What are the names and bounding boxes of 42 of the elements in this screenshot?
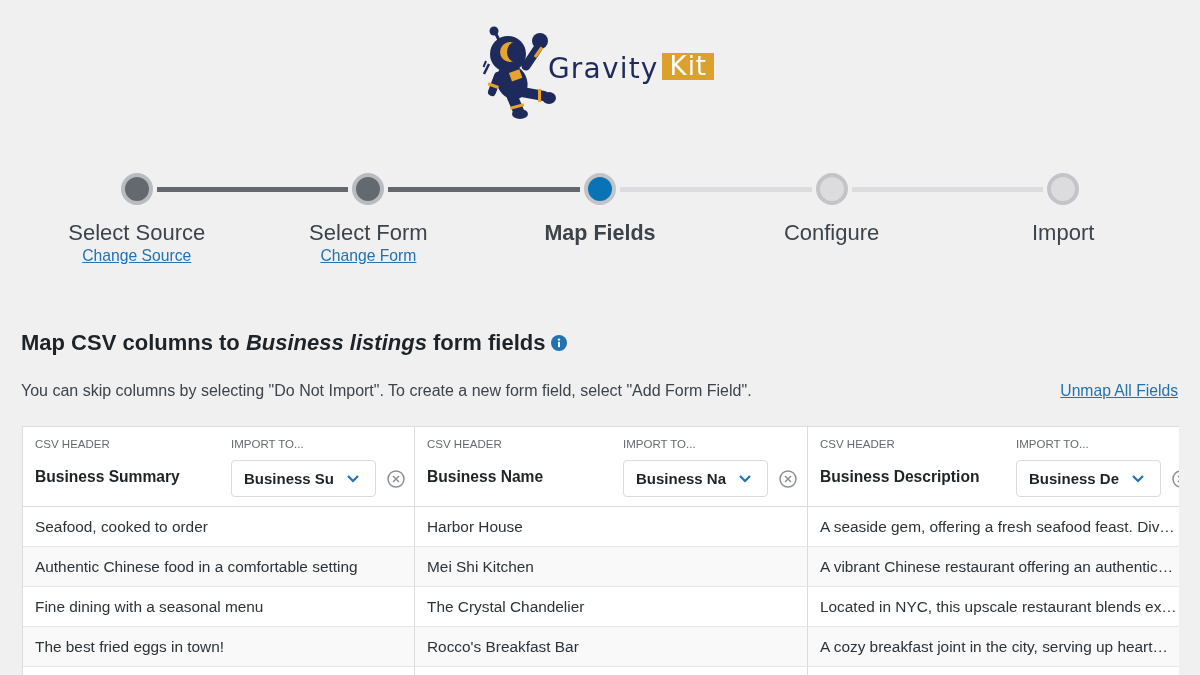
remove-mapping-icon[interactable]	[387, 469, 405, 488]
unmap-all-link[interactable]: Unmap All Fields	[1060, 380, 1178, 402]
step-label: Map Fields	[544, 220, 656, 246]
table-cell: A seaside gem, offering a fresh seafood feast. Div…	[808, 507, 1179, 547]
change-step-link[interactable]: Change Form	[320, 246, 417, 266]
table-cell: The Crystal Chandelier	[415, 587, 808, 627]
import-field-select[interactable]: Business Na	[623, 460, 768, 497]
csv-header-label: CSV HEADER	[35, 437, 110, 451]
logo-badge: Kit	[661, 53, 715, 80]
chevron-down-icon	[739, 474, 751, 483]
table-cell: Located in NYC, this upscale restaurant blends ex…	[808, 587, 1179, 627]
import-field-select[interactable]: Business Su	[231, 460, 376, 497]
table-cell: Mei Shi Kitchen	[415, 547, 808, 587]
import-field-select[interactable]: Business De	[1016, 460, 1161, 497]
section-heading: Map CSV columns to Business listings form fields	[21, 329, 546, 357]
step-label: Select Source	[68, 220, 206, 246]
import-to-label: IMPORT TO...	[231, 437, 304, 451]
table-cell: A vibrant Chinese restaurant offering an authentic…	[808, 547, 1179, 587]
change-step-link[interactable]: Change Source	[82, 246, 192, 266]
import-to-label: IMPORT TO...	[623, 437, 696, 451]
csv-column-name: Business Description	[820, 467, 980, 486]
table-cell: Authentic Chinese food in a comfortable setting	[23, 547, 415, 587]
table-cell: Harbor House	[415, 507, 808, 547]
remove-mapping-icon[interactable]	[779, 469, 797, 488]
instructions-text: You can skip columns by selecting "Do Not Import". To create a new form field, select "Add Form Field".	[21, 381, 752, 401]
step-label: Configure	[783, 220, 880, 246]
import-to-label: IMPORT TO...	[1016, 437, 1089, 451]
step-label: Select Form	[309, 220, 428, 246]
table-cell: Fine dining with a seasonal menu	[23, 587, 415, 627]
csv-header-label: CSV HEADER	[427, 437, 502, 451]
csv-header-label: CSV HEADER	[820, 437, 895, 451]
table-cell: Rocco's Breakfast Bar	[415, 627, 808, 667]
csv-column-name: Business Summary	[35, 467, 180, 486]
table-cell: Seafood, cooked to order	[23, 507, 415, 547]
logo-text: Gravity	[547, 54, 659, 83]
chevron-down-icon	[1132, 474, 1144, 483]
table-cell: A cozy breakfast joint in the city, serving up heart…	[808, 627, 1179, 667]
table-cell: The best fried eggs in town!	[23, 627, 415, 667]
csv-column-name: Business Name	[427, 467, 544, 486]
step-label: Import	[1032, 220, 1095, 246]
chevron-down-icon	[347, 474, 359, 483]
info-icon[interactable]	[551, 335, 568, 351]
